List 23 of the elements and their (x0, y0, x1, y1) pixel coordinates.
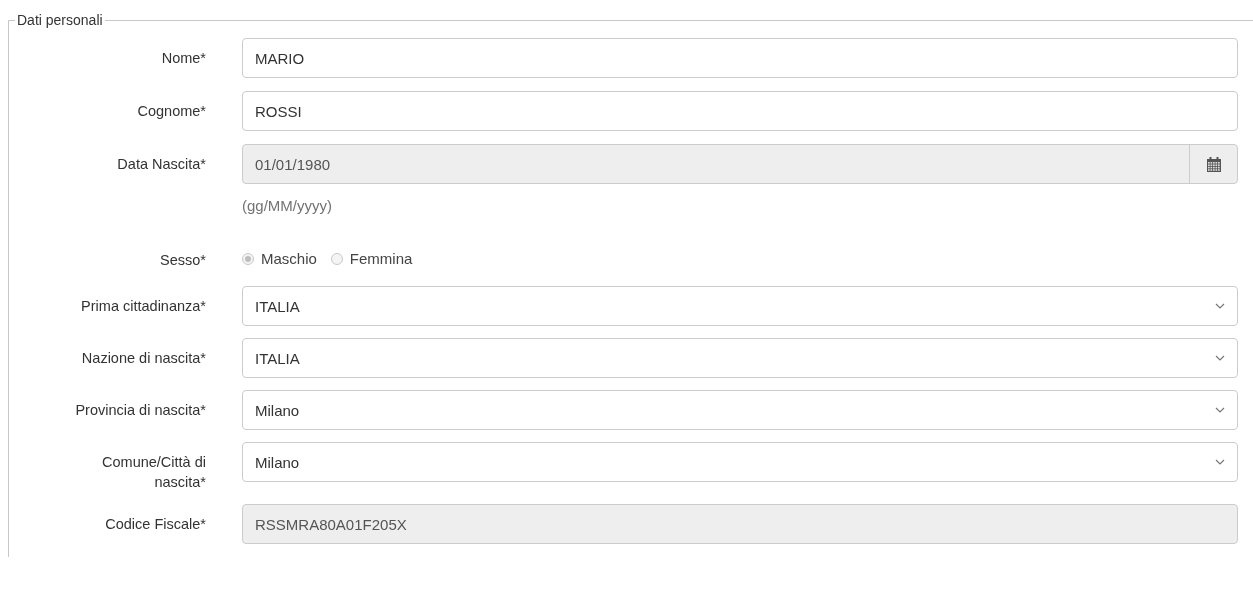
radio-label: Maschio (261, 250, 317, 267)
chevron-down-icon (1215, 355, 1225, 361)
field-label: Comune/Città di nascita* (101, 453, 206, 492)
field-label: Sesso* (159, 251, 206, 270)
field-label: Data Nascita* (116, 155, 206, 174)
section-legend: Dati personali (15, 12, 105, 28)
chevron-down-icon (1215, 407, 1225, 413)
select-field[interactable]: ITALIA (242, 338, 1238, 378)
field-label: Nazione di nascita* (80, 349, 206, 368)
select-field[interactable]: ITALIA (242, 286, 1238, 326)
field-label: Codice Fiscale* (104, 515, 206, 534)
chevron-down-icon (1215, 459, 1225, 465)
date-format-hint: (gg/MM/yyyy) (242, 197, 333, 214)
select-field[interactable]: Milano (242, 390, 1238, 430)
field-label: Nome* (160, 49, 206, 68)
radio-label: Femmina (349, 250, 413, 267)
field-label: Prima cittadinanza* (80, 297, 206, 316)
text-field[interactable]: MARIO (242, 38, 1238, 78)
chevron-down-icon (1215, 303, 1225, 309)
field-label: Provincia di nascita* (74, 401, 206, 420)
select-field[interactable]: Milano (242, 442, 1238, 482)
text-field[interactable]: ROSSI (242, 91, 1238, 131)
field-label: Cognome* (136, 102, 206, 121)
